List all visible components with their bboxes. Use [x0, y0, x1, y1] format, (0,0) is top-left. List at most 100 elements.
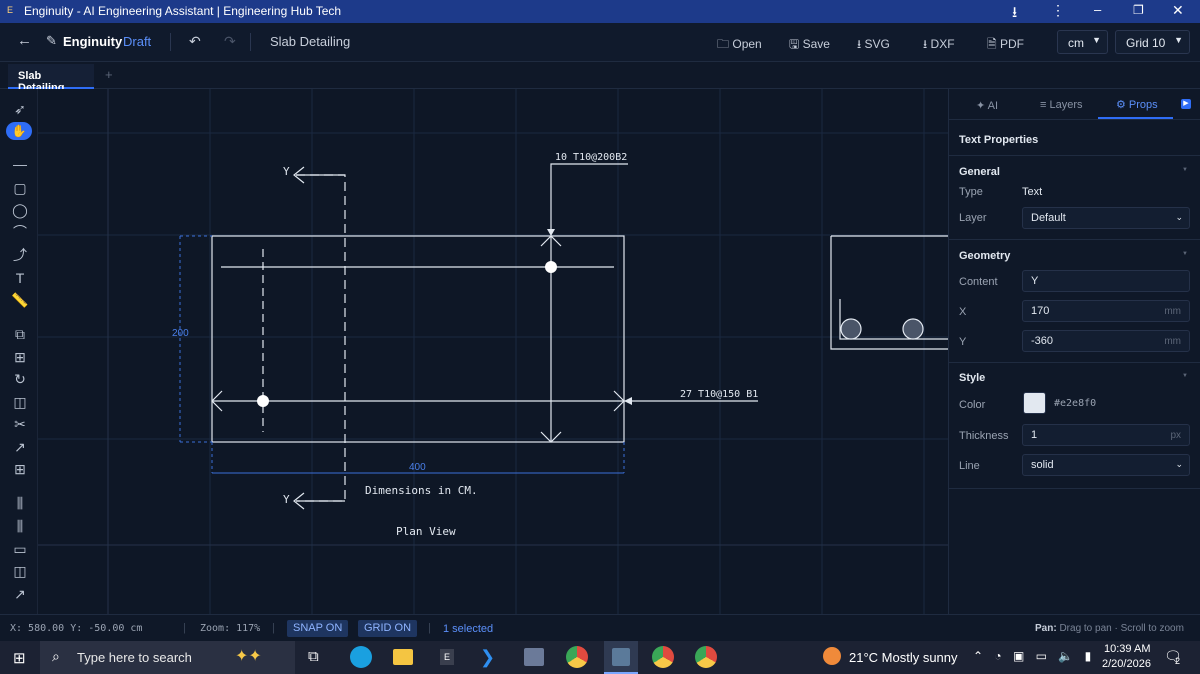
windows-start-icon[interactable]: ⊞ — [13, 649, 26, 667]
rectangle-tool-icon[interactable]: ▢ — [10, 179, 30, 197]
section-cut-line[interactable] — [296, 174, 346, 502]
circle-tool-icon[interactable]: ◯ — [10, 201, 30, 219]
grid-toggle[interactable]: GRID ON — [358, 620, 418, 637]
note-plan-view[interactable]: Plan View — [396, 525, 456, 538]
tab-ai[interactable]: ✦ AI — [976, 99, 998, 112]
more-menu-icon[interactable]: ⋮ — [1051, 2, 1065, 19]
section-style[interactable]: Style — [959, 372, 985, 384]
notification-count: 2 — [1175, 656, 1181, 666]
maximize-button[interactable]: ❐ — [1133, 3, 1144, 17]
clock-time[interactable]: 10:39 AM — [1104, 643, 1150, 655]
draft-badge: Draft — [123, 34, 152, 49]
vscode-icon[interactable]: ❯ — [480, 647, 495, 668]
folder-icon: 🗀 — [717, 37, 730, 51]
wall-tool-icon[interactable]: ◫ — [10, 562, 30, 580]
divider: | — [183, 622, 186, 634]
pencil-icon: ✎ — [46, 33, 57, 48]
thickness-input[interactable]: 1 px — [1022, 424, 1190, 446]
array-grid-icon[interactable]: ⊞ — [10, 460, 30, 478]
tray-icons[interactable]: ⌃ ◔ ▣ ▭ 🔈 ▮ — [973, 649, 1095, 663]
column-tool-icon[interactable]: ⫼ — [10, 494, 30, 512]
rebar-label-top[interactable]: 10 T10@200B2 — [555, 152, 627, 163]
rebar-label-bottom[interactable]: 27 T10@150 B1 — [680, 389, 758, 400]
extend-arrow-icon[interactable]: ↗ — [10, 438, 30, 456]
type-value: Text — [1022, 186, 1043, 198]
color-swatch[interactable] — [1023, 392, 1046, 414]
width-dimension-text[interactable]: 400 — [409, 462, 426, 473]
app-name: Enginuity — [63, 34, 123, 49]
undo-icon[interactable]: ↶ — [189, 33, 201, 50]
height-dimension-text[interactable]: 200 — [172, 328, 189, 339]
trim-scissors-icon[interactable]: ✂ — [10, 415, 30, 433]
back-arrow-icon[interactable]: ← — [17, 32, 32, 49]
polyline-tool-icon[interactable]: ⤴ — [10, 246, 30, 264]
minimize-button[interactable]: – — [1094, 2, 1101, 17]
zoom-level: Zoom: 117% — [200, 623, 261, 634]
add-tab-button[interactable]: + — [105, 67, 113, 82]
tab-layers[interactable]: ≡ Layers — [1040, 99, 1083, 111]
rotate-tool-icon[interactable]: ↻ — [10, 370, 30, 388]
select-arrow-icon[interactable]: ➶ — [10, 100, 30, 118]
leader-top[interactable] — [550, 163, 628, 236]
rebar-grip[interactable] — [545, 261, 557, 273]
layer-select[interactable]: Default ⌄ — [1022, 207, 1190, 229]
dimension-lines — [179, 235, 625, 473]
export-pdf-button[interactable]: 🗎 PDF — [987, 35, 1024, 56]
mirror-tool-icon[interactable]: ◫ — [10, 393, 30, 411]
window-title: Enginuity - AI Engineering Assistant | E… — [24, 4, 342, 18]
file-explorer-icon[interactable] — [393, 649, 413, 665]
measure-tool-icon[interactable]: 📏 — [10, 291, 30, 309]
weather-text[interactable]: 21°C Mostly sunny — [849, 650, 958, 665]
content-label: Content — [959, 276, 998, 288]
copy-tool-icon[interactable]: ⧉ — [10, 325, 30, 343]
line-style-select[interactable]: solid ⌄ — [1022, 454, 1190, 476]
line-label: Line — [959, 460, 980, 472]
duplicate-tool-icon[interactable]: ⊞ — [10, 348, 30, 366]
beam-tool-icon[interactable]: ⫼ — [10, 517, 30, 535]
collapse-panel-icon[interactable]: ▶ — [1181, 99, 1191, 109]
chevron-down-icon[interactable]: ▼ — [1182, 251, 1188, 257]
unit-select[interactable]: cm ▼ — [1057, 30, 1108, 54]
chrome-icon[interactable] — [695, 646, 717, 668]
export-dxf-button[interactable]: ⭳ DXF — [923, 35, 955, 56]
pan-hand-icon[interactable]: ✋ — [6, 122, 32, 140]
grid-select[interactable]: Grid 10 ▼ — [1115, 30, 1190, 54]
sparkle-icon: ✦✦ — [235, 648, 262, 665]
save-button[interactable]: 🖫 Save — [789, 35, 830, 56]
export-svg-button[interactable]: ⭳ SVG — [857, 35, 890, 56]
close-button[interactable]: ✕ — [1172, 2, 1184, 19]
edge-icon[interactable] — [350, 646, 372, 668]
line-tool-icon[interactable]: — — [10, 155, 30, 173]
app-window-icon[interactable] — [524, 648, 544, 666]
drawing-svg[interactable]: 10 T10@200B2 27 T10@150 B1 Y Y 200 400 D… — [38, 89, 948, 614]
chrome-icon[interactable] — [566, 646, 588, 668]
chrome-icon[interactable] — [652, 646, 674, 668]
section-general[interactable]: General — [959, 166, 1000, 178]
section-label-bottom[interactable]: Y — [283, 493, 290, 506]
tab-slab-detailing[interactable]: Slab Detailing — [8, 64, 94, 94]
task-view-icon[interactable]: ⧉ — [308, 648, 319, 665]
redo-icon[interactable]: ↷ — [224, 33, 236, 50]
slab-tool-icon[interactable]: ▭ — [10, 540, 30, 558]
open-button[interactable]: 🗀 Open — [717, 35, 762, 56]
chevron-down-icon[interactable]: ▼ — [1182, 167, 1188, 173]
leader-tool-icon[interactable]: ↗ — [10, 585, 30, 603]
clock-date[interactable]: 2/20/2026 — [1102, 658, 1151, 670]
y-input[interactable]: -360 mm — [1022, 330, 1190, 352]
rebar-grip[interactable] — [257, 395, 269, 407]
arc-tool-icon[interactable]: ⌒ — [10, 223, 30, 241]
chevron-down-icon: ⌄ — [1175, 212, 1183, 222]
tab-props[interactable]: ⚙ Props — [1116, 98, 1158, 111]
note-dimensions[interactable]: Dimensions in CM. — [365, 484, 478, 497]
chevron-down-icon[interactable]: ▼ — [1182, 373, 1188, 379]
taskbar-search[interactable]: ⌕ Type here to search ✦✦ — [40, 641, 295, 674]
snap-toggle[interactable]: SNAP ON — [287, 620, 349, 637]
app-e-icon[interactable]: E — [440, 649, 454, 665]
section-geometry[interactable]: Geometry — [959, 250, 1010, 262]
drawing-canvas[interactable]: 10 T10@200B2 27 T10@150 B1 Y Y 200 400 D… — [38, 89, 948, 614]
section-label-top[interactable]: Y — [283, 165, 290, 178]
app-active-icon[interactable] — [604, 641, 638, 674]
x-input[interactable]: 170 mm — [1022, 300, 1190, 322]
text-tool-icon[interactable]: T — [10, 269, 30, 287]
content-input[interactable]: Y — [1022, 270, 1190, 292]
